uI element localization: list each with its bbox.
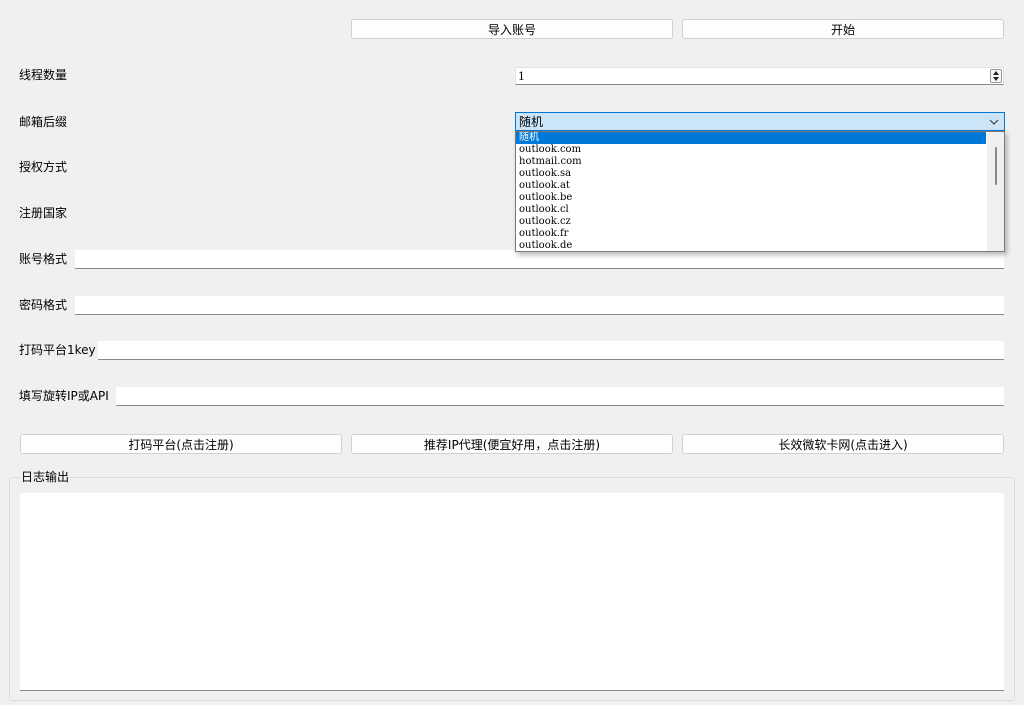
captcha-key-label: 打码平台1key: [19, 343, 96, 357]
dropdown-option-outlook-com[interactable]: outlook.com: [516, 144, 986, 156]
email-suffix-dropdown: 随机 outlook.com hotmail.com outlook.sa ou…: [515, 131, 1005, 252]
email-suffix-option-list: 随机 outlook.com hotmail.com outlook.sa ou…: [516, 132, 986, 251]
microsoft-card-site-button[interactable]: 长效微软卡网(点击进入): [682, 434, 1004, 454]
password-format-input[interactable]: [75, 296, 1004, 315]
dropdown-option-outlook-be[interactable]: outlook.be: [516, 192, 986, 204]
thread-count-value: 1: [518, 70, 525, 83]
dropdown-option-random[interactable]: 随机: [516, 132, 986, 144]
import-accounts-button[interactable]: 导入账号: [351, 19, 673, 39]
log-output-title: 日志输出: [20, 469, 71, 485]
captcha-key-input[interactable]: [98, 341, 1004, 360]
dropdown-option-outlook-at[interactable]: outlook.at: [516, 180, 986, 192]
log-output-textarea[interactable]: [20, 493, 1004, 691]
email-suffix-combobox[interactable]: 随机: [515, 112, 1005, 132]
spin-down-arrow-icon[interactable]: [991, 76, 1001, 82]
dropdown-option-outlook-de[interactable]: outlook.de: [516, 240, 986, 251]
register-country-label: 注册国家: [19, 206, 68, 220]
chevron-down-icon: [989, 119, 999, 125]
dropdown-option-outlook-cz[interactable]: outlook.cz: [516, 216, 986, 228]
dropdown-scrollbar[interactable]: [987, 132, 1004, 251]
spin-buttons: [990, 69, 1002, 83]
account-format-input[interactable]: [75, 250, 1004, 269]
password-format-label: 密码格式: [19, 298, 68, 312]
captcha-platform-button[interactable]: 打码平台(点击注册): [20, 434, 342, 454]
rotating-ip-input[interactable]: [116, 387, 1004, 406]
email-suffix-label: 邮箱后缀: [19, 115, 68, 129]
microsoft-card-site-button-label: 长效微软卡网(点击进入): [778, 437, 908, 452]
dropdown-scrollbar-thumb[interactable]: [995, 147, 997, 185]
thread-count-spinbox[interactable]: 1: [515, 67, 1004, 85]
email-suffix-value: 随机: [519, 115, 544, 129]
start-button-label: 开始: [830, 22, 855, 37]
rotating-ip-label: 填写旋转IP或API: [19, 389, 109, 403]
dropdown-option-hotmail-com[interactable]: hotmail.com: [516, 156, 986, 168]
import-accounts-button-label: 导入账号: [487, 22, 536, 37]
auth-method-label: 授权方式: [19, 160, 68, 174]
recommend-proxy-button-label: 推荐IP代理(便宜好用，点击注册): [423, 437, 601, 452]
dropdown-option-outlook-cl[interactable]: outlook.cl: [516, 204, 986, 216]
dropdown-option-outlook-sa[interactable]: outlook.sa: [516, 168, 986, 180]
thread-count-label: 线程数量: [19, 68, 68, 82]
dropdown-option-outlook-fr[interactable]: outlook.fr: [516, 228, 986, 240]
start-button[interactable]: 开始: [682, 19, 1004, 39]
captcha-platform-button-label: 打码平台(点击注册): [128, 437, 234, 452]
account-format-label: 账号格式: [19, 252, 68, 266]
recommend-proxy-button[interactable]: 推荐IP代理(便宜好用，点击注册): [351, 434, 673, 454]
